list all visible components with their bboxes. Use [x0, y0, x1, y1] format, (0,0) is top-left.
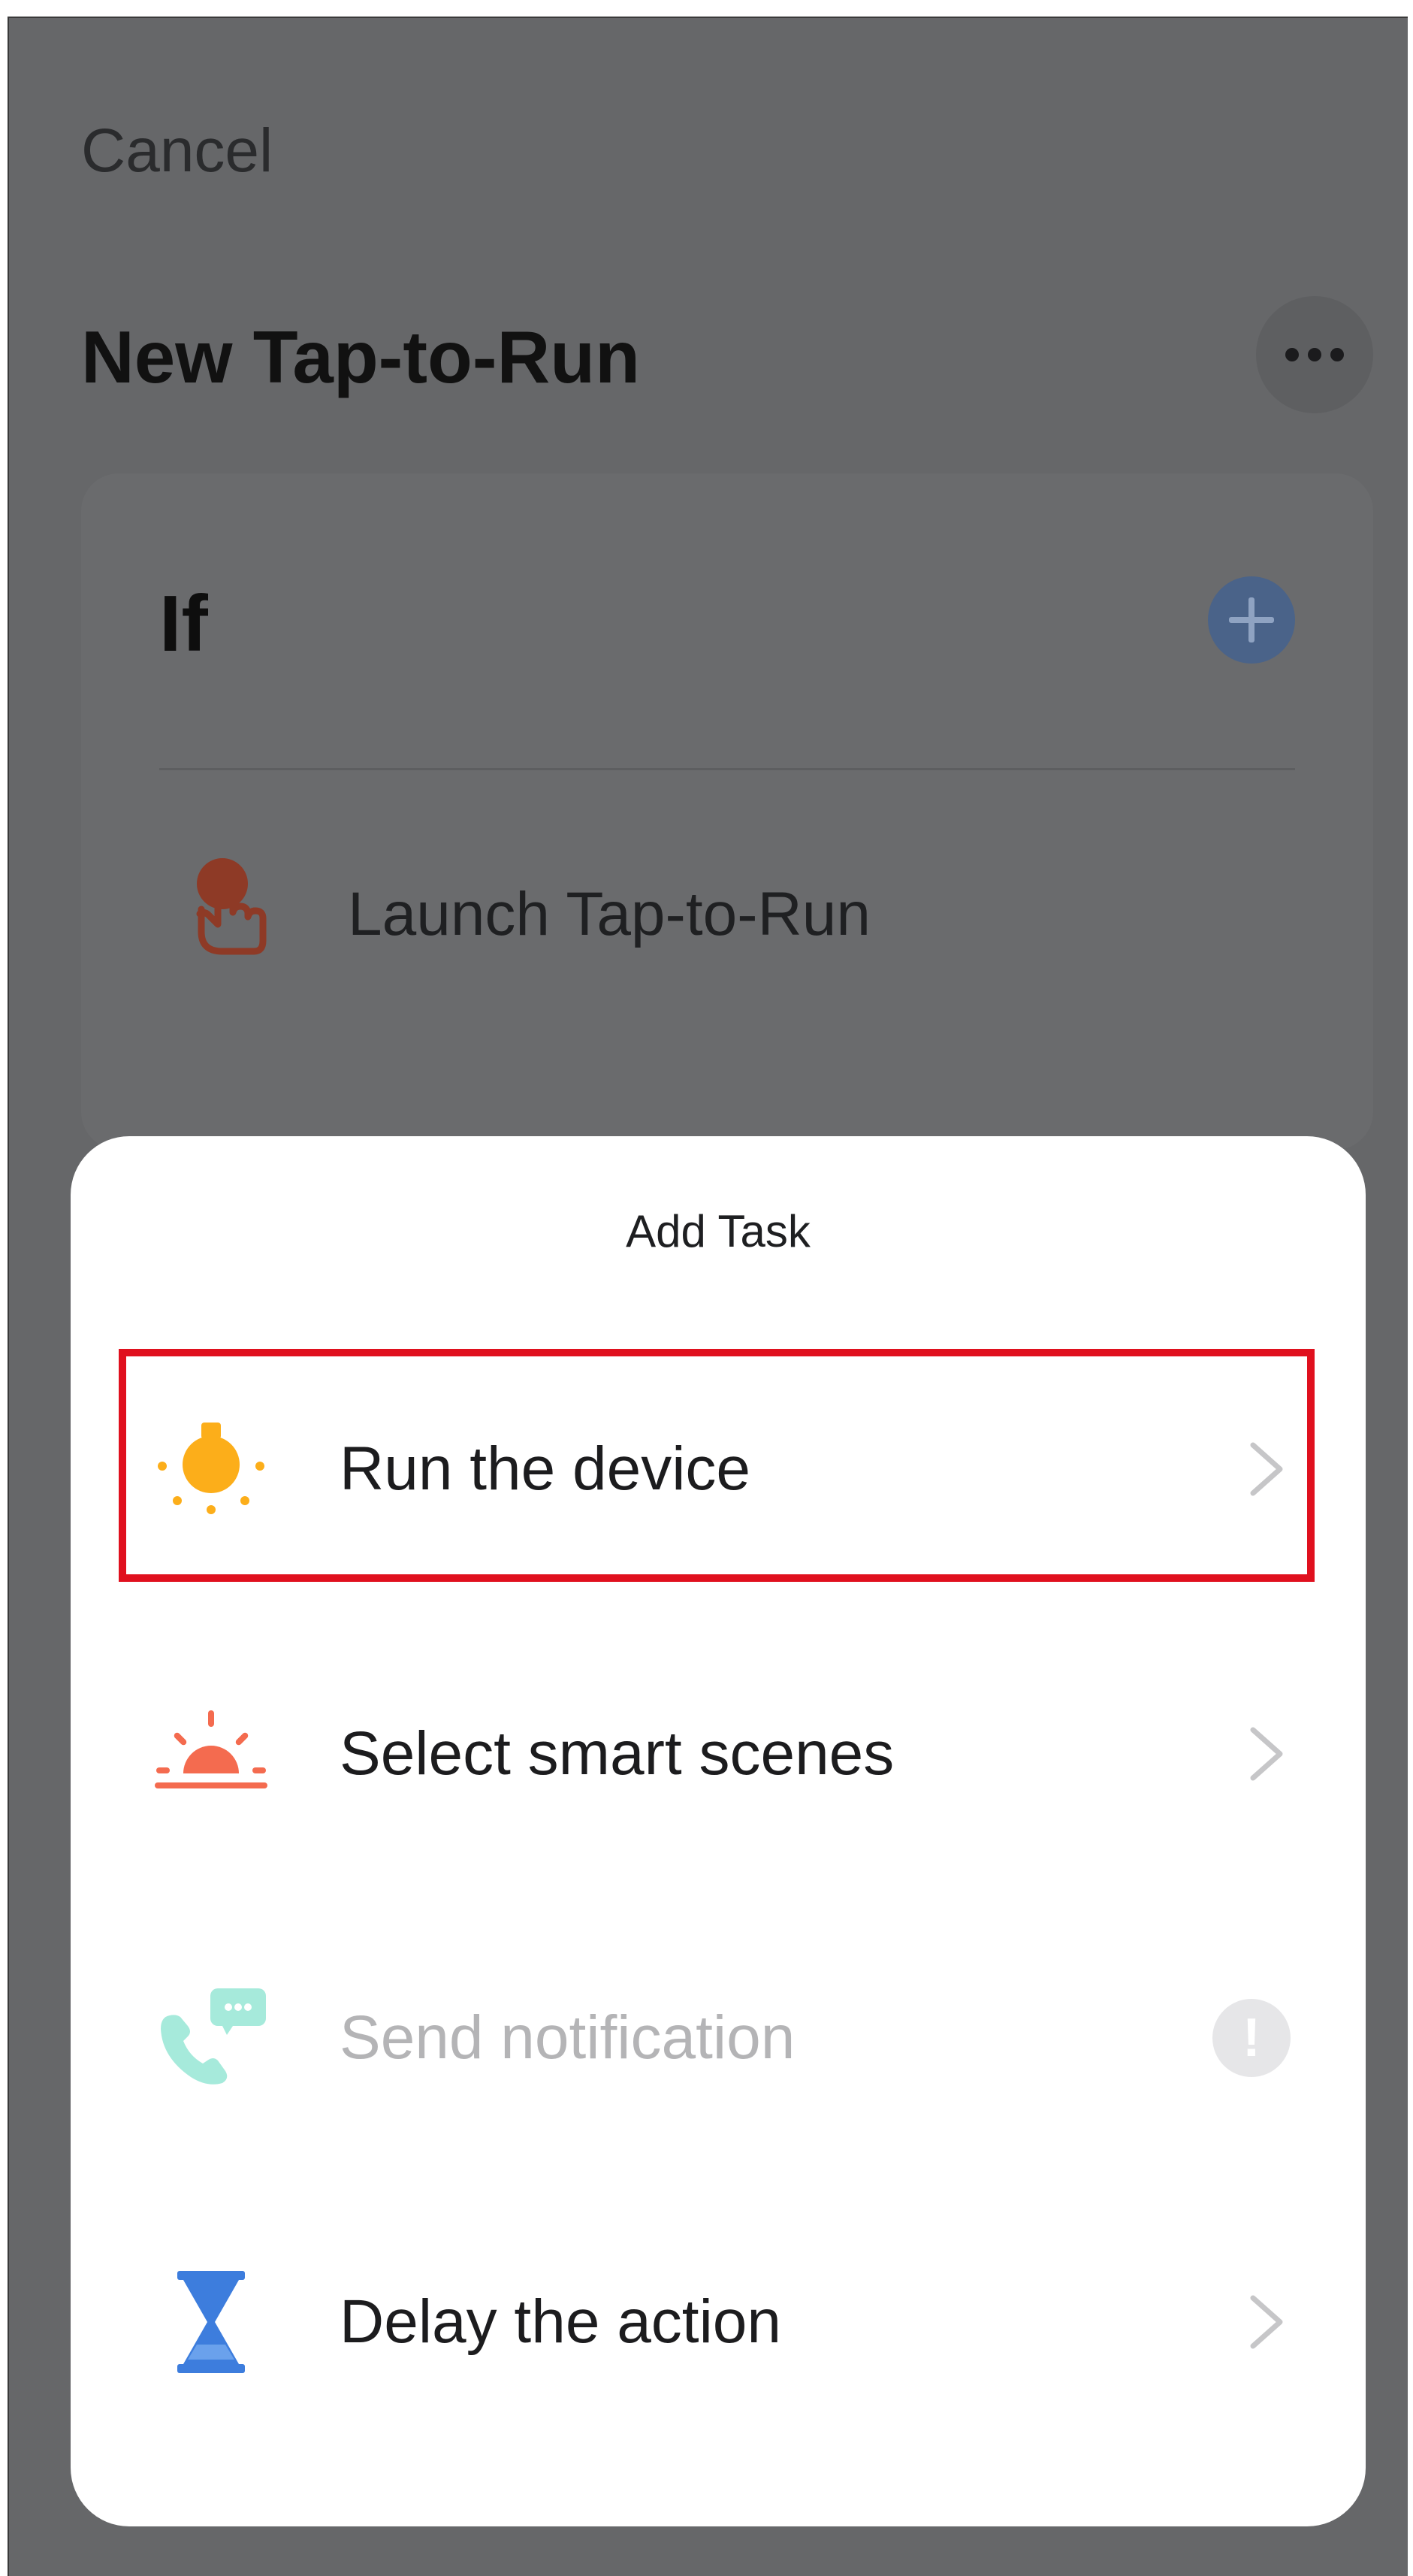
- page-title: New Tap-to-Run: [81, 316, 640, 398]
- sheet-title: Add Task: [626, 1206, 811, 1256]
- hourglass-icon: [177, 2271, 245, 2373]
- task-label: Send notification: [340, 2003, 796, 2072]
- add-task-sheet: Add Task Run the device Select smart sce: [71, 1136, 1366, 2526]
- tap-hand-icon: [196, 858, 267, 955]
- chevron-right-icon: [1250, 1727, 1283, 1781]
- condition-label[interactable]: Launch Tap-to-Run: [348, 879, 871, 950]
- task-delay-action[interactable]: Delay the action: [71, 2209, 1366, 2435]
- exclamation-badge-icon[interactable]: !: [1212, 1999, 1291, 2077]
- plus-circle-icon[interactable]: [1208, 576, 1295, 664]
- task-select-smart-scenes[interactable]: Select smart scenes: [71, 1641, 1366, 1867]
- phone-message-icon: [161, 1988, 266, 2085]
- sunrise-icon: [155, 1710, 267, 1788]
- if-section-label: If: [159, 579, 208, 668]
- cancel-button[interactable]: Cancel: [81, 116, 273, 186]
- task-send-notification[interactable]: Send notification !: [71, 1925, 1366, 2151]
- task-label: Select smart scenes: [340, 1719, 895, 1788]
- more-horizontal-icon: [1285, 348, 1299, 361]
- highlight-box: [119, 1349, 1315, 1582]
- chevron-right-icon: [1250, 2295, 1283, 2349]
- more-options-button[interactable]: [1256, 296, 1373, 413]
- task-label: Delay the action: [340, 2287, 782, 2356]
- divider: [159, 768, 1295, 770]
- if-condition-card: If Launch Tap-to-Run: [81, 473, 1373, 1150]
